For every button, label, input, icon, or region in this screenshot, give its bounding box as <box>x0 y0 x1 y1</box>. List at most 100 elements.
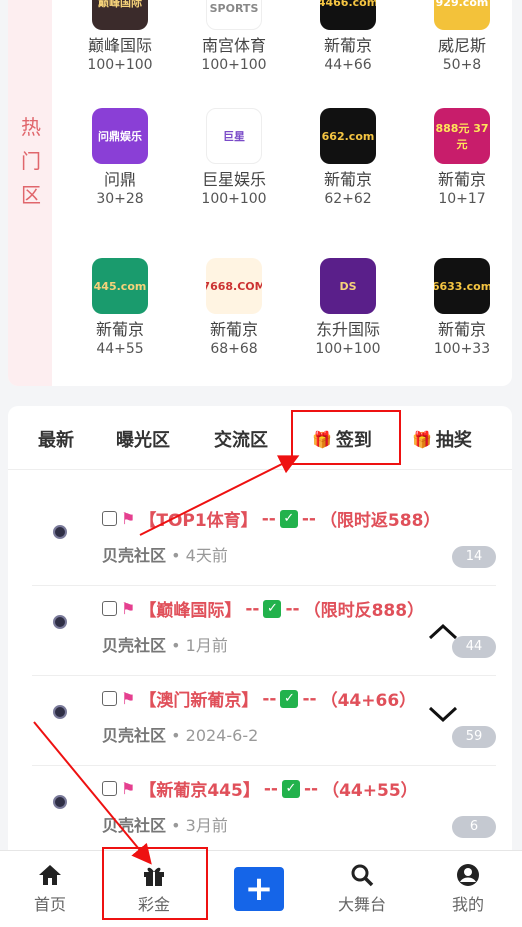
app-item[interactable]: 问鼎娱乐问鼎 30+28 <box>64 108 176 208</box>
meta-separator: • <box>171 636 181 655</box>
post-dash: -- <box>245 598 260 619</box>
post-meta: 贝壳社区 • 1月前 <box>102 632 228 656</box>
app-odds: 10+17 <box>438 191 486 207</box>
tab-exposure[interactable]: 曝光区 <box>116 426 170 452</box>
post-item[interactable]: ⚑ 【新葡京445】 -- ✓ -- （44+55） 贝壳社区 • 3月前 6 <box>32 766 496 856</box>
post-name: 【澳门新葡京】 <box>139 691 259 711</box>
post-dash: -- <box>303 778 319 799</box>
flag-icon: ⚑ <box>121 599 136 618</box>
post-author: 贝壳社区 <box>102 816 167 835</box>
checkbox[interactable] <box>102 691 117 706</box>
app-logo-icon: 929.com <box>434 0 490 30</box>
post-title: ⚑ 【澳门新葡京】 -- ✓ -- （44+66） <box>102 686 416 711</box>
check-mark-icon: ✓ <box>263 599 282 618</box>
app-item[interactable]: 445.com 新葡京 44+55 <box>64 258 176 358</box>
app-odds: 100+100 <box>315 341 381 357</box>
post-name: 【TOP1体育】 <box>139 511 258 531</box>
check-mark-icon: ✓ <box>281 779 300 798</box>
nav-home[interactable]: 首页 <box>10 863 90 915</box>
app-odds: 100+33 <box>433 341 491 357</box>
tab-lottery[interactable]: 🎁 抽奖 <box>412 426 472 452</box>
check-mark-icon: ✓ <box>280 689 299 708</box>
scroll-up-icon[interactable] <box>426 620 460 644</box>
avatar <box>46 788 74 816</box>
app-odds: 100+100 <box>201 191 267 207</box>
post-name: 【巅峰国际】 <box>139 601 242 621</box>
post-time: 2024-6-2 <box>185 726 259 745</box>
tab-label: 最新 <box>38 430 74 451</box>
flag-icon: ⚑ <box>121 509 136 528</box>
app-logo-icon: 巅峰国际 <box>92 0 148 30</box>
app-logo-icon: NG SPORTS <box>206 0 262 30</box>
avatar <box>46 698 74 726</box>
app-item[interactable]: 巅峰国际 巅峰国际 100+100 <box>64 0 176 74</box>
post-dash: -- <box>262 688 277 709</box>
post-title: ⚑ 【巅峰国际】 -- ✓ -- （限时反888） <box>102 596 424 621</box>
app-item[interactable]: 7668.COM 新葡京 68+68 <box>178 258 290 358</box>
app-name: 新葡京 <box>437 170 486 189</box>
post-suffix: （限时返588） <box>319 511 441 531</box>
nav-mine[interactable]: 我的 <box>428 863 508 915</box>
post-dash: -- <box>285 598 300 619</box>
app-item[interactable]: 6633.com 新葡京 100+33 <box>406 258 512 358</box>
app-item[interactable]: DS 东升国际 100+100 <box>292 258 404 358</box>
tab-exchange[interactable]: 交流区 <box>214 426 268 452</box>
app-odds: 68+68 <box>210 341 258 357</box>
app-odds: 50+8 <box>442 57 482 73</box>
nav-stage[interactable]: 大舞台 <box>322 863 402 915</box>
app-item[interactable]: 888元 37元新葡京 10+17 <box>406 108 512 208</box>
nav-label: 首页 <box>33 895 66 914</box>
category-tabs: 最新 曝光区 交流区 🎁 签到 🎁 抽奖 <box>8 406 512 470</box>
bottom-nav: 首页 彩金 + 大舞台 我的 <box>0 850 522 927</box>
meta-separator: • <box>171 726 181 745</box>
post-author: 贝壳社区 <box>102 636 167 655</box>
app-logo-icon: DS <box>320 258 376 314</box>
post-list-card: 最新 曝光区 交流区 🎁 签到 🎁 抽奖 ⚑ 【TOP1体育】 -- ✓ -- （限时返588… <box>8 406 512 866</box>
app-name: 威尼斯 <box>437 36 486 55</box>
flag-icon: ⚑ <box>121 779 136 798</box>
search-icon <box>351 864 374 887</box>
post-item[interactable]: ⚑ 【TOP1体育】 -- ✓ -- （限时返588） 贝壳社区 • 4天前 14 <box>32 496 496 586</box>
app-odds: 30+28 <box>96 191 144 207</box>
checkbox[interactable] <box>102 781 117 796</box>
avatar <box>46 518 74 546</box>
app-name: 巨星娱乐 <box>201 170 266 189</box>
app-logo-icon: 问鼎娱乐 <box>92 108 148 164</box>
check-mark-icon: ✓ <box>279 509 298 528</box>
post-time: 1月前 <box>185 636 228 655</box>
tab-label: 交流区 <box>214 430 268 451</box>
app-name: 东升国际 <box>315 320 380 339</box>
checkbox[interactable] <box>102 601 117 616</box>
app-item[interactable]: 662.com 新葡京 62+62 <box>292 108 404 208</box>
post-dash: -- <box>301 508 316 529</box>
annotation-box-bonus <box>102 847 208 920</box>
reply-count-badge: 6 <box>452 816 496 838</box>
app-item[interactable]: 巨星 巨星娱乐 100+100 <box>178 108 290 208</box>
checkbox[interactable] <box>102 511 117 526</box>
app-odds: 100+100 <box>201 57 267 73</box>
avatar <box>46 608 74 636</box>
meta-separator: • <box>171 546 181 565</box>
hot-zone-card: 热门区 巅峰国际巅峰国际100+100NG SPORTS南宫体育100+1004… <box>8 0 512 386</box>
flag-icon: ⚑ <box>121 689 136 708</box>
app-item[interactable]: 929.com 威尼斯 50+8 <box>406 0 512 74</box>
post-author: 贝壳社区 <box>102 726 167 745</box>
app-logo-icon: 888元 37元 <box>434 108 490 164</box>
app-item[interactable]: NG SPORTS 南宫体育 100+100 <box>178 0 290 74</box>
scroll-down-icon[interactable] <box>426 702 460 726</box>
tab-latest[interactable]: 最新 <box>38 426 74 452</box>
post-time: 3月前 <box>185 816 228 835</box>
app-item[interactable]: 4466.com 新葡京 44+66 <box>292 0 404 74</box>
post-meta: 贝壳社区 • 3月前 <box>102 812 228 836</box>
post-add-button[interactable]: + <box>234 867 284 911</box>
reply-count-badge: 59 <box>452 726 496 748</box>
app-odds: 62+62 <box>324 191 372 207</box>
app-name: 问鼎 <box>103 170 136 189</box>
tab-label: 曝光区 <box>116 430 170 451</box>
app-name: 新葡京 <box>95 320 144 339</box>
app-odds: 100+100 <box>87 57 153 73</box>
user-icon <box>457 864 479 886</box>
post-title: ⚑ 【新葡京445】 -- ✓ -- （44+55） <box>102 776 418 801</box>
post-author: 贝壳社区 <box>102 546 167 565</box>
reply-count-badge: 14 <box>452 546 496 568</box>
